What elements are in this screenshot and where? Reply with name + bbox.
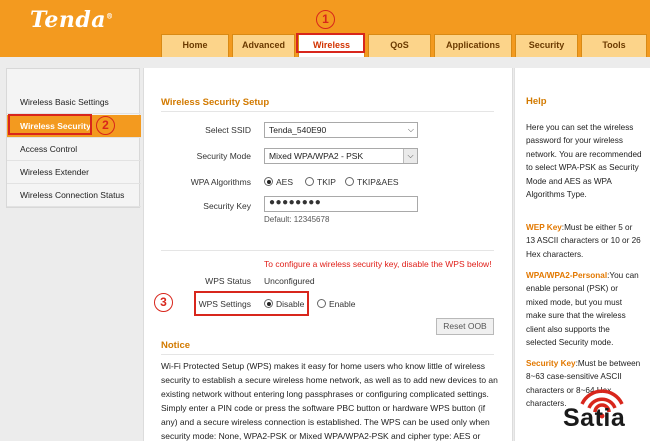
radio-wps-enable[interactable]: Enable bbox=[317, 299, 355, 309]
step-2-marker: 2 bbox=[96, 116, 115, 135]
ssid-label: Select SSID bbox=[205, 125, 251, 135]
help-wep-key: WEP Key bbox=[526, 223, 562, 232]
security-setup-title: Wireless Security Setup bbox=[161, 97, 270, 108]
radio-selected-icon bbox=[264, 177, 273, 186]
notice-line: security mode: None, WPA2-PSK or Mixed W… bbox=[161, 431, 481, 441]
radio-tkip-aes[interactable]: TKIP&AES bbox=[345, 177, 399, 187]
radio-aes[interactable]: AES bbox=[264, 177, 293, 187]
wps-warning: To configure a wireless security key, di… bbox=[264, 259, 492, 269]
notice-line: existing network without entering long p… bbox=[161, 389, 489, 399]
radio-tkip-aes-label: TKIP&AES bbox=[357, 177, 399, 187]
wps-divider bbox=[161, 250, 494, 251]
tab-qos[interactable]: QoS bbox=[368, 34, 431, 57]
ssid-select[interactable]: Tenda_540E90 ⌵ bbox=[264, 122, 418, 138]
chevron-down-icon: ⌵ bbox=[403, 149, 417, 163]
wps-status-value: Unconfigured bbox=[264, 276, 315, 286]
help-wep: WEP Key:Must be either 5 or 13 ASCII cha… bbox=[526, 221, 642, 261]
radio-aes-label: AES bbox=[276, 177, 294, 187]
radio-tkip[interactable]: TKIP bbox=[305, 177, 336, 187]
sidebar-item-wireless-extender[interactable]: Wireless Extender bbox=[7, 161, 141, 184]
notice-line: security to establish a secure wireless … bbox=[161, 375, 498, 385]
title-divider bbox=[161, 111, 494, 112]
tab-security[interactable]: Security bbox=[515, 34, 578, 57]
highlight-wireless-tab bbox=[296, 33, 365, 53]
notice-line: Wi-Fi Protected Setup (WPS) makes it eas… bbox=[161, 361, 486, 371]
notice-line: any) and a secure wireless connection is… bbox=[161, 417, 490, 427]
radio-empty-icon bbox=[305, 177, 314, 186]
watermark-text: Satia bbox=[563, 404, 626, 432]
wps-status-label: WPS Status bbox=[205, 276, 251, 286]
help-wpa: WPA/WPA2-Personal:You can enable persona… bbox=[526, 269, 642, 349]
help-title: Help bbox=[526, 96, 547, 107]
security-mode-value: Mixed WPA/WPA2 - PSK bbox=[269, 151, 364, 161]
notice-text: Wi-Fi Protected Setup (WPS) makes it eas… bbox=[161, 359, 506, 441]
radio-empty-icon bbox=[345, 177, 354, 186]
highlight-wireless-security bbox=[8, 114, 92, 135]
tab-tools[interactable]: Tools bbox=[581, 34, 647, 57]
logo-reg-mark: ® bbox=[105, 11, 114, 21]
step-1-marker: 1 bbox=[316, 10, 335, 29]
help-sec-key: Security Key bbox=[526, 359, 576, 368]
logo-text: Tenda bbox=[30, 7, 106, 33]
security-mode-label: Security Mode bbox=[196, 151, 251, 161]
security-mode-select[interactable]: Mixed WPA/WPA2 - PSK ⌵ bbox=[264, 148, 418, 164]
security-key-default: Default: 12345678 bbox=[264, 215, 330, 224]
tab-applications[interactable]: Applications bbox=[434, 34, 512, 57]
radio-wps-enable-label: Enable bbox=[329, 299, 356, 309]
sidebar-item-wireless-connection-status[interactable]: Wireless Connection Status bbox=[7, 184, 141, 207]
wpa-algorithms-label: WPA Algorithms bbox=[190, 177, 251, 187]
help-wpa-key: WPA/WPA2-Personal bbox=[526, 271, 608, 280]
tab-advanced[interactable]: Advanced bbox=[232, 34, 295, 57]
chevron-down-icon: ⌵ bbox=[407, 125, 414, 134]
ssid-value: Tenda_540E90 bbox=[269, 125, 327, 135]
help-wpa-text: :You can enable personal (PSK) or mixed … bbox=[526, 271, 639, 348]
tenda-logo[interactable]: Tenda® bbox=[30, 7, 113, 33]
sidebar-item-wireless-basic-settings[interactable]: Wireless Basic Settings bbox=[7, 91, 141, 114]
notice-title: Notice bbox=[161, 340, 191, 351]
notice-line: Simply enter a PIN code or press the sof… bbox=[161, 403, 486, 413]
radio-tkip-label: TKIP bbox=[317, 177, 336, 187]
sidebar: Wireless Basic Settings Wireless Securit… bbox=[6, 68, 141, 208]
notice-divider bbox=[161, 354, 494, 355]
help-intro: Here you can set the wireless password f… bbox=[526, 123, 642, 200]
radio-empty-icon bbox=[317, 299, 326, 308]
security-key-input[interactable]: ●●●●●●●● bbox=[264, 196, 418, 212]
security-key-label: Security Key bbox=[203, 201, 251, 211]
tab-home[interactable]: Home bbox=[161, 34, 229, 57]
sidebar-item-access-control[interactable]: Access Control bbox=[7, 138, 141, 161]
highlight-wps-settings bbox=[194, 291, 309, 316]
step-3-marker: 3 bbox=[154, 293, 173, 312]
reset-oob-button[interactable]: Reset OOB bbox=[436, 318, 494, 335]
